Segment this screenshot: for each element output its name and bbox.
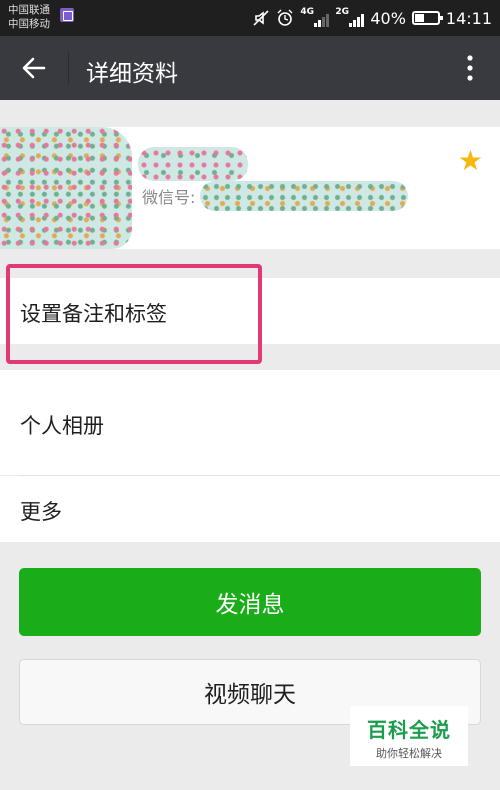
network-type-1: 4G xyxy=(300,7,314,17)
profile-card: 微信号: xyxy=(0,127,500,249)
nickname-redacted xyxy=(138,147,248,181)
image-notification-icon xyxy=(60,8,74,22)
battery-icon xyxy=(411,11,443,25)
status-bar: 中国联通 中国移动 4G 2G 40% 14:11 xyxy=(0,0,500,36)
more-row[interactable]: 更多 xyxy=(0,476,500,542)
wechat-id-redacted xyxy=(200,181,408,211)
title-bar: 详细资料 xyxy=(0,36,500,100)
battery-percent: 40% xyxy=(370,8,406,28)
carrier-1: 中国联通 xyxy=(8,4,50,16)
send-message-button[interactable]: 发消息 xyxy=(19,568,481,636)
status-indicators: 4G 2G 40% 14:11 xyxy=(252,0,492,36)
highlight-box xyxy=(6,264,262,364)
avatar[interactable] xyxy=(0,127,132,249)
star-icon[interactable]: ★ xyxy=(458,146,483,176)
personal-album-label: 个人相册 xyxy=(20,414,104,438)
clock: 14:11 xyxy=(445,8,492,28)
watermark-subtitle: 助你轻松解决 xyxy=(376,747,442,760)
page-title: 详细资料 xyxy=(86,61,178,87)
wechat-id-label: 微信号: xyxy=(142,188,196,207)
alarm-icon xyxy=(277,9,293,26)
carrier-2: 中国移动 xyxy=(8,18,50,30)
signal-icon-2: 2G xyxy=(335,7,365,27)
network-type-2: 2G xyxy=(335,7,349,17)
watermark-title: 百科全说 xyxy=(367,718,451,742)
signal-icon-1: 4G xyxy=(300,7,330,27)
back-arrow-icon[interactable] xyxy=(20,54,48,82)
mute-icon xyxy=(253,10,269,26)
watermark-logo: 百科全说 助你轻松解决 xyxy=(350,706,468,766)
more-label: 更多 xyxy=(20,500,62,524)
personal-album-row[interactable]: 个人相册 xyxy=(0,370,500,475)
more-vert-icon[interactable] xyxy=(458,52,482,84)
title-separator xyxy=(68,52,69,84)
carrier-info: 中国联通 中国移动 xyxy=(8,3,50,31)
